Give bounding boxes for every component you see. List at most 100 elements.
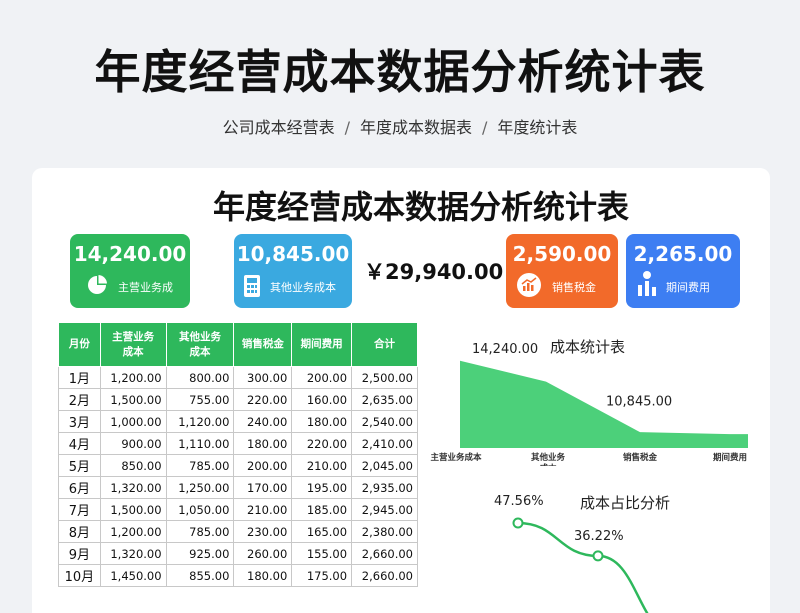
- value-cell[interactable]: 175.00: [291, 564, 353, 587]
- calculator-icon: [242, 274, 264, 297]
- column-header[interactable]: 月份: [58, 322, 101, 367]
- x-tick-label: 主营业务成本: [430, 452, 482, 463]
- table-row[interactable]: 3月 1,000.00 1,120.00 240.00 180.00 2,540.00: [58, 410, 418, 433]
- value-cell[interactable]: 220.00: [291, 432, 353, 455]
- value-cell[interactable]: 1,500.00: [99, 388, 167, 411]
- value-cell[interactable]: 2,945.00: [351, 498, 418, 521]
- value-cell[interactable]: 2,380.00: [351, 520, 418, 543]
- value-cell[interactable]: 170.00: [233, 476, 293, 499]
- month-cell[interactable]: 1月: [58, 366, 101, 389]
- value-cell[interactable]: 1,250.00: [165, 476, 235, 499]
- table-row[interactable]: 6月 1,320.00 1,250.00 170.00 195.00 2,935.00: [58, 476, 418, 499]
- month-cell[interactable]: 5月: [58, 454, 101, 477]
- month-cell[interactable]: 7月: [58, 498, 101, 521]
- value-cell[interactable]: 300.00: [233, 366, 293, 389]
- breadcrumb-item-annual-stats[interactable]: 年度统计表: [497, 118, 577, 137]
- kpi-sales-tax: 2,590.00 销售税金: [506, 234, 618, 308]
- value-cell[interactable]: 785.00: [165, 454, 235, 477]
- line-point: [592, 550, 604, 562]
- kpi-label: 其他业务成本: [270, 281, 336, 294]
- table-row[interactable]: 7月 1,500.00 1,050.00 210.00 185.00 2,945.00: [58, 498, 418, 521]
- value-cell[interactable]: 210.00: [233, 498, 293, 521]
- value-cell[interactable]: 1,500.00: [99, 498, 167, 521]
- value-cell[interactable]: 165.00: [291, 520, 353, 543]
- table-row[interactable]: 10月 1,450.00 855.00 180.00 175.00 2,660.00: [58, 564, 418, 587]
- column-header[interactable]: 合计: [351, 322, 418, 367]
- value-cell[interactable]: 2,660.00: [351, 542, 418, 565]
- table-row[interactable]: 8月 1,200.00 785.00 230.00 165.00 2,380.00: [58, 520, 418, 543]
- value-cell[interactable]: 925.00: [165, 542, 235, 565]
- value-cell[interactable]: 800.00: [165, 366, 235, 389]
- value-cell[interactable]: 1,450.00: [99, 564, 167, 587]
- month-cell[interactable]: 4月: [58, 432, 101, 455]
- breadcrumb-item-annual-data[interactable]: 年度成本数据表: [360, 118, 472, 137]
- month-cell[interactable]: 8月: [58, 520, 101, 543]
- value-cell[interactable]: 2,935.00: [351, 476, 418, 499]
- value-cell[interactable]: 260.00: [233, 542, 293, 565]
- month-cell[interactable]: 3月: [58, 410, 101, 433]
- value-cell[interactable]: 220.00: [233, 388, 293, 411]
- data-label: 47.56%: [494, 494, 544, 509]
- value-cell[interactable]: 1,320.00: [99, 542, 167, 565]
- value-cell[interactable]: 855.00: [165, 564, 235, 587]
- area-series: [460, 360, 748, 448]
- grand-total: ￥29,940.00: [364, 260, 504, 284]
- table-row[interactable]: 5月 850.00 785.00 200.00 210.00 2,045.00: [58, 454, 418, 477]
- column-header[interactable]: 主营业务 成本: [99, 322, 167, 367]
- value-cell[interactable]: 2,635.00: [351, 388, 418, 411]
- value-cell[interactable]: 2,410.00: [351, 432, 418, 455]
- value-cell[interactable]: 850.00: [99, 454, 167, 477]
- line-point: [512, 517, 524, 529]
- value-cell[interactable]: 200.00: [233, 454, 293, 477]
- value-cell[interactable]: 1,050.00: [165, 498, 235, 521]
- kpi-main-business-cost: 14,240.00 主营业务成: [70, 234, 190, 308]
- kpi-other-business-cost: 10,845.00 其他业务成本: [234, 234, 352, 308]
- value-cell[interactable]: 185.00: [291, 498, 353, 521]
- value-cell[interactable]: 2,540.00: [351, 410, 418, 433]
- column-header[interactable]: 销售税金: [233, 322, 293, 367]
- column-header[interactable]: 其他业务 成本: [165, 322, 235, 367]
- value-cell[interactable]: 180.00: [233, 564, 293, 587]
- value-cell[interactable]: 785.00: [165, 520, 235, 543]
- value-cell[interactable]: 1,200.00: [99, 520, 167, 543]
- breadcrumb-item-company[interactable]: 公司成本经营表: [223, 118, 335, 137]
- kpi-period-expense: 2,265.00 期间费用: [626, 234, 740, 308]
- sheet-title: 年度经营成本数据分析统计表: [212, 188, 629, 226]
- table-row[interactable]: 9月 1,320.00 925.00 260.00 155.00 2,660.00: [58, 542, 418, 565]
- value-cell[interactable]: 900.00: [99, 432, 167, 455]
- breadcrumb: 公司成本经营表 / 年度成本数据表 / 年度统计表: [0, 114, 800, 138]
- value-cell[interactable]: 2,660.00: [351, 564, 418, 587]
- value-cell[interactable]: 1,110.00: [165, 432, 235, 455]
- table-row[interactable]: 1月 1,200.00 800.00 300.00 200.00 2,500.00: [58, 366, 418, 389]
- value-cell[interactable]: 230.00: [233, 520, 293, 543]
- x-tick-label: 期间费用: [713, 452, 747, 463]
- value-cell[interactable]: 200.00: [291, 366, 353, 389]
- kpi-value: 2,590.00: [512, 242, 612, 266]
- cost-table: 月份 主营业务 成本 其他业务 成本 销售税金 期间费用 合计 1月 1,200.00…: [58, 322, 418, 587]
- month-cell[interactable]: 2月: [58, 388, 101, 411]
- trend-chart-icon: [516, 272, 542, 298]
- value-cell[interactable]: 180.00: [291, 410, 353, 433]
- value-cell[interactable]: 755.00: [165, 388, 235, 411]
- value-cell[interactable]: 1,120.00: [165, 410, 235, 433]
- table-row[interactable]: 2月 1,500.00 755.00 220.00 160.00 2,635.00: [58, 388, 418, 411]
- value-cell[interactable]: 210.00: [291, 454, 353, 477]
- value-cell[interactable]: 2,045.00: [351, 454, 418, 477]
- value-cell[interactable]: 195.00: [291, 476, 353, 499]
- value-cell[interactable]: 1,000.00: [99, 410, 167, 433]
- month-cell[interactable]: 9月: [58, 542, 101, 565]
- value-cell[interactable]: 155.00: [291, 542, 353, 565]
- value-cell[interactable]: 240.00: [233, 410, 293, 433]
- table-row[interactable]: 4月 900.00 1,110.00 180.00 220.00 2,410.00: [58, 432, 418, 455]
- value-cell[interactable]: 180.00: [233, 432, 293, 455]
- value-cell[interactable]: 2,500.00: [351, 366, 418, 389]
- kpi-value: 14,240.00: [73, 242, 187, 266]
- value-cell[interactable]: 1,320.00: [99, 476, 167, 499]
- kpi-label: 主营业务成: [118, 281, 173, 294]
- value-cell[interactable]: 160.00: [291, 388, 353, 411]
- column-header[interactable]: 期间费用: [291, 322, 353, 367]
- month-cell[interactable]: 6月: [58, 476, 101, 499]
- month-cell[interactable]: 10月: [58, 564, 101, 587]
- value-cell[interactable]: 1,200.00: [99, 366, 167, 389]
- x-tick-label: 销售税金: [623, 452, 658, 463]
